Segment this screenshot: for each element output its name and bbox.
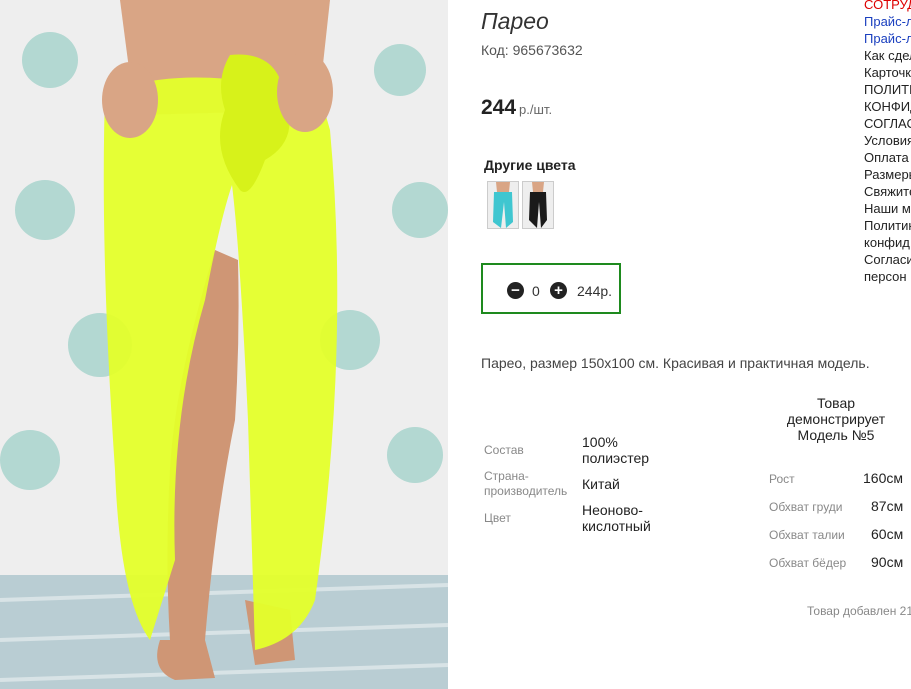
model-value-chest: 87см [871, 498, 904, 514]
price-value: 244 [481, 96, 517, 119]
sidebar-link[interactable]: конфид [864, 234, 911, 251]
sidebar-link[interactable]: СОГЛАСИЕ [864, 115, 911, 132]
cart-quantity-box: − 0 + 244р. [481, 263, 621, 314]
attribute-label-composition: Состав [484, 443, 524, 457]
color-swatch-turquoise[interactable] [487, 181, 519, 229]
model-heading: Товар демонстрирует Модель №5 [786, 395, 886, 443]
sidebar-link[interactable]: Размеры [864, 166, 911, 183]
model-value-height: 160см [863, 470, 903, 486]
sidebar-link[interactable]: Согласие [864, 251, 911, 268]
sidebar-link[interactable]: ПОЛИТИКА [864, 81, 911, 98]
cart-price: 244р. [577, 283, 613, 299]
increase-quantity-button[interactable]: + [550, 282, 567, 299]
sidebar-link[interactable]: СОТРУДНИЧЕСТВО [864, 0, 911, 13]
product-photo [0, 0, 448, 689]
model-value-waist: 60см [871, 526, 904, 542]
decrease-quantity-button[interactable]: − [507, 282, 524, 299]
attribute-label-country: Страна-производитель [484, 469, 568, 498]
sidebar-link[interactable]: персон [864, 268, 911, 285]
sidebar-link[interactable]: Прайс-лист [864, 13, 911, 30]
sidebar-link[interactable]: Наши м [864, 200, 911, 217]
sidebar-link[interactable]: Условия [864, 132, 911, 149]
attribute-value-country: Китай [582, 476, 620, 492]
product-title: Парео [481, 8, 549, 34]
sidebar-link[interactable]: Карточка [864, 64, 911, 81]
sidebar-link[interactable]: Прайс-лист [864, 30, 911, 47]
sidebar-link[interactable]: КОНФИДЕНЦИАЛЬНОСТИ [864, 98, 911, 115]
quantity-value: 0 [532, 283, 540, 299]
sidebar-links: СОТРУДНИЧЕСТВО Прайс-лист Прайс-лист Как… [864, 0, 911, 285]
product-description: Парео, размер 150х100 см. Красивая и пра… [481, 355, 870, 371]
sidebar-link[interactable]: Как сделать заказ [864, 47, 911, 64]
sidebar-link[interactable]: Оплата [864, 149, 911, 166]
model-label-hips: Обхват бёдер [769, 556, 847, 570]
attribute-value-color: Неоново-кислотный [582, 502, 651, 534]
product-code: Код: 965673632 [481, 42, 583, 58]
attribute-value-composition: 100% полиэстер [582, 434, 650, 466]
price-unit: р./шт. [519, 102, 553, 117]
sidebar-link[interactable]: Политика [864, 217, 911, 234]
model-label-waist: Обхват талии [769, 528, 845, 542]
attribute-label-color: Цвет [484, 511, 511, 525]
model-value-hips: 90см [871, 554, 904, 570]
model-label-chest: Обхват груди [769, 500, 843, 514]
model-label-height: Рост [769, 472, 795, 486]
added-date-text: Товар добавлен 21 [807, 604, 911, 618]
product-price: 244 р./шт. [481, 96, 552, 120]
sidebar-link[interactable]: Свяжитесь [864, 183, 911, 200]
color-swatch-black[interactable] [522, 181, 554, 229]
other-colors-title: Другие цвета [484, 157, 576, 173]
